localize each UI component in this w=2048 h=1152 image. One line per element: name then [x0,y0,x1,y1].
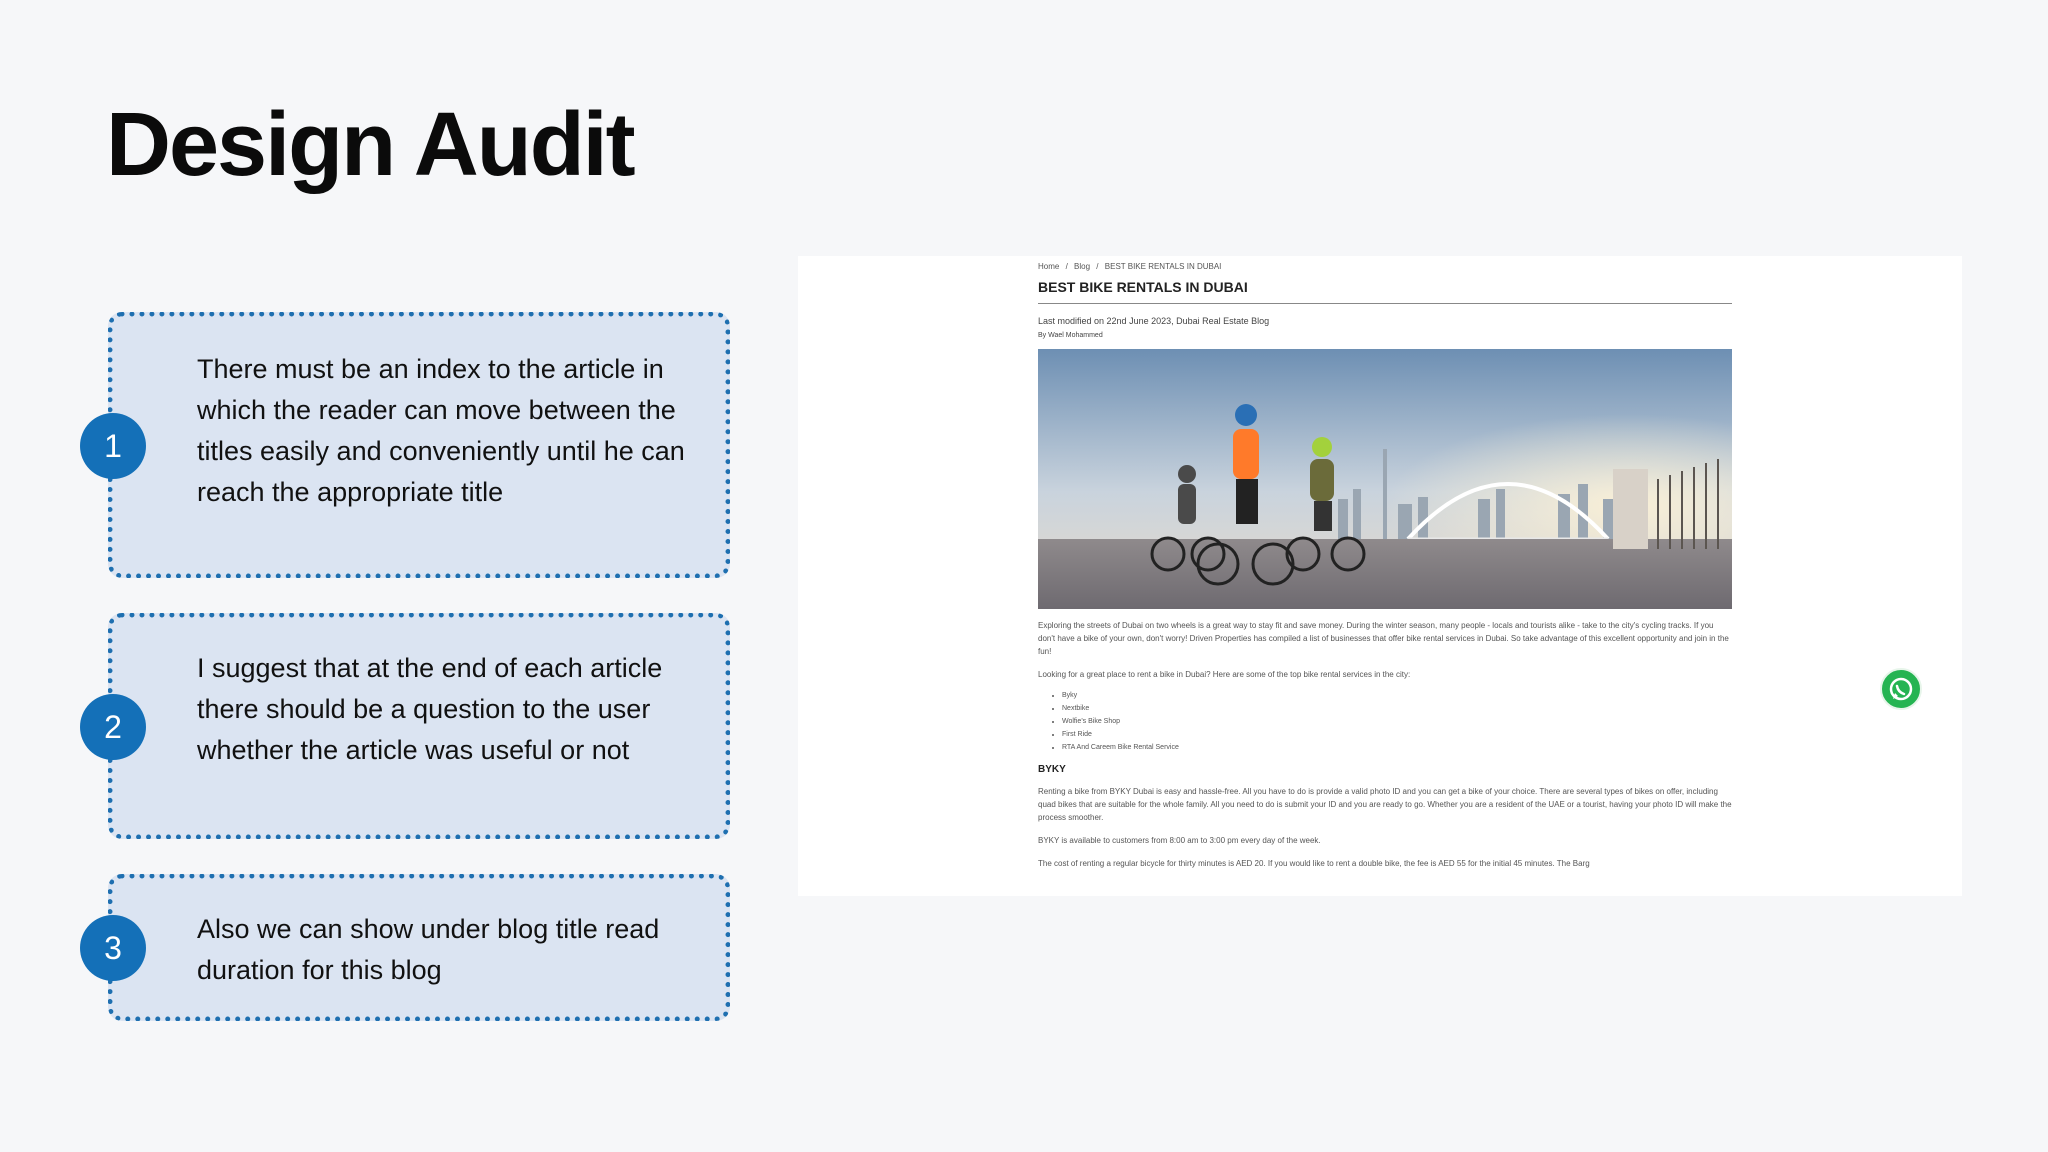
article-question: Looking for a great place to rent a bike… [1038,670,1411,679]
article-title: BEST BIKE RENTALS IN DUBAI [1038,279,1732,304]
list-item: First Ride [1062,728,1732,741]
breadcrumb-current: BEST BIKE RENTALS IN DUBAI [1104,262,1222,271]
article-author: By Wael Mohammed [1038,332,1103,339]
callout-box-2: I suggest that at the end of each articl… [108,613,730,839]
hours-paragraph: BYKY is available to customers from 8:00… [1038,836,1321,845]
section-heading: BYKY [1038,764,1066,775]
callout-text-2: I suggest that at the end of each articl… [197,653,663,765]
step-badge-3: 3 [80,915,146,981]
callout-box-3: Also we can show under blog title read d… [108,874,730,1021]
whatsapp-icon[interactable] [1880,668,1922,710]
breadcrumb-home[interactable]: Home [1038,262,1059,271]
list-item: Wolfie's Bike Shop [1062,715,1732,728]
callout-text-3: Also we can show under blog title read d… [197,914,660,985]
breadcrumb-blog[interactable]: Blog [1074,262,1090,271]
article-meta: Last modified on 22nd June 2023, Dubai R… [1038,316,1270,326]
article-intro: Exploring the streets of Dubai on two wh… [1038,621,1729,656]
callout-text-1: There must be an index to the article in… [197,354,685,507]
slide-title: Design Audit [106,95,636,195]
breadcrumb-separator: / [1096,262,1099,271]
byky-paragraph: Renting a bike from BYKY Dubai is easy a… [1038,787,1732,822]
rental-list: Byky Nextbike Wolfie's Bike Shop First R… [1038,689,1732,754]
step-badge-1: 1 [80,413,146,479]
breadcrumb: Home / Blog / BEST BIKE RENTALS IN DUBAI [1038,262,1732,271]
blog-screenshot: Home / Blog / BEST BIKE RENTALS IN DUBAI… [798,256,1962,896]
hero-image [1038,349,1732,609]
list-item: Nextbike [1062,702,1732,715]
list-item: RTA And Careem Bike Rental Service [1062,741,1732,754]
blog-article: Home / Blog / BEST BIKE RENTALS IN DUBAI… [1038,256,1732,870]
breadcrumb-separator: / [1065,262,1068,271]
callout-box-1: There must be an index to the article in… [108,312,730,578]
step-badge-2: 2 [80,694,146,760]
cost-paragraph: The cost of renting a regular bicycle fo… [1038,859,1590,868]
list-item: Byky [1062,689,1732,702]
